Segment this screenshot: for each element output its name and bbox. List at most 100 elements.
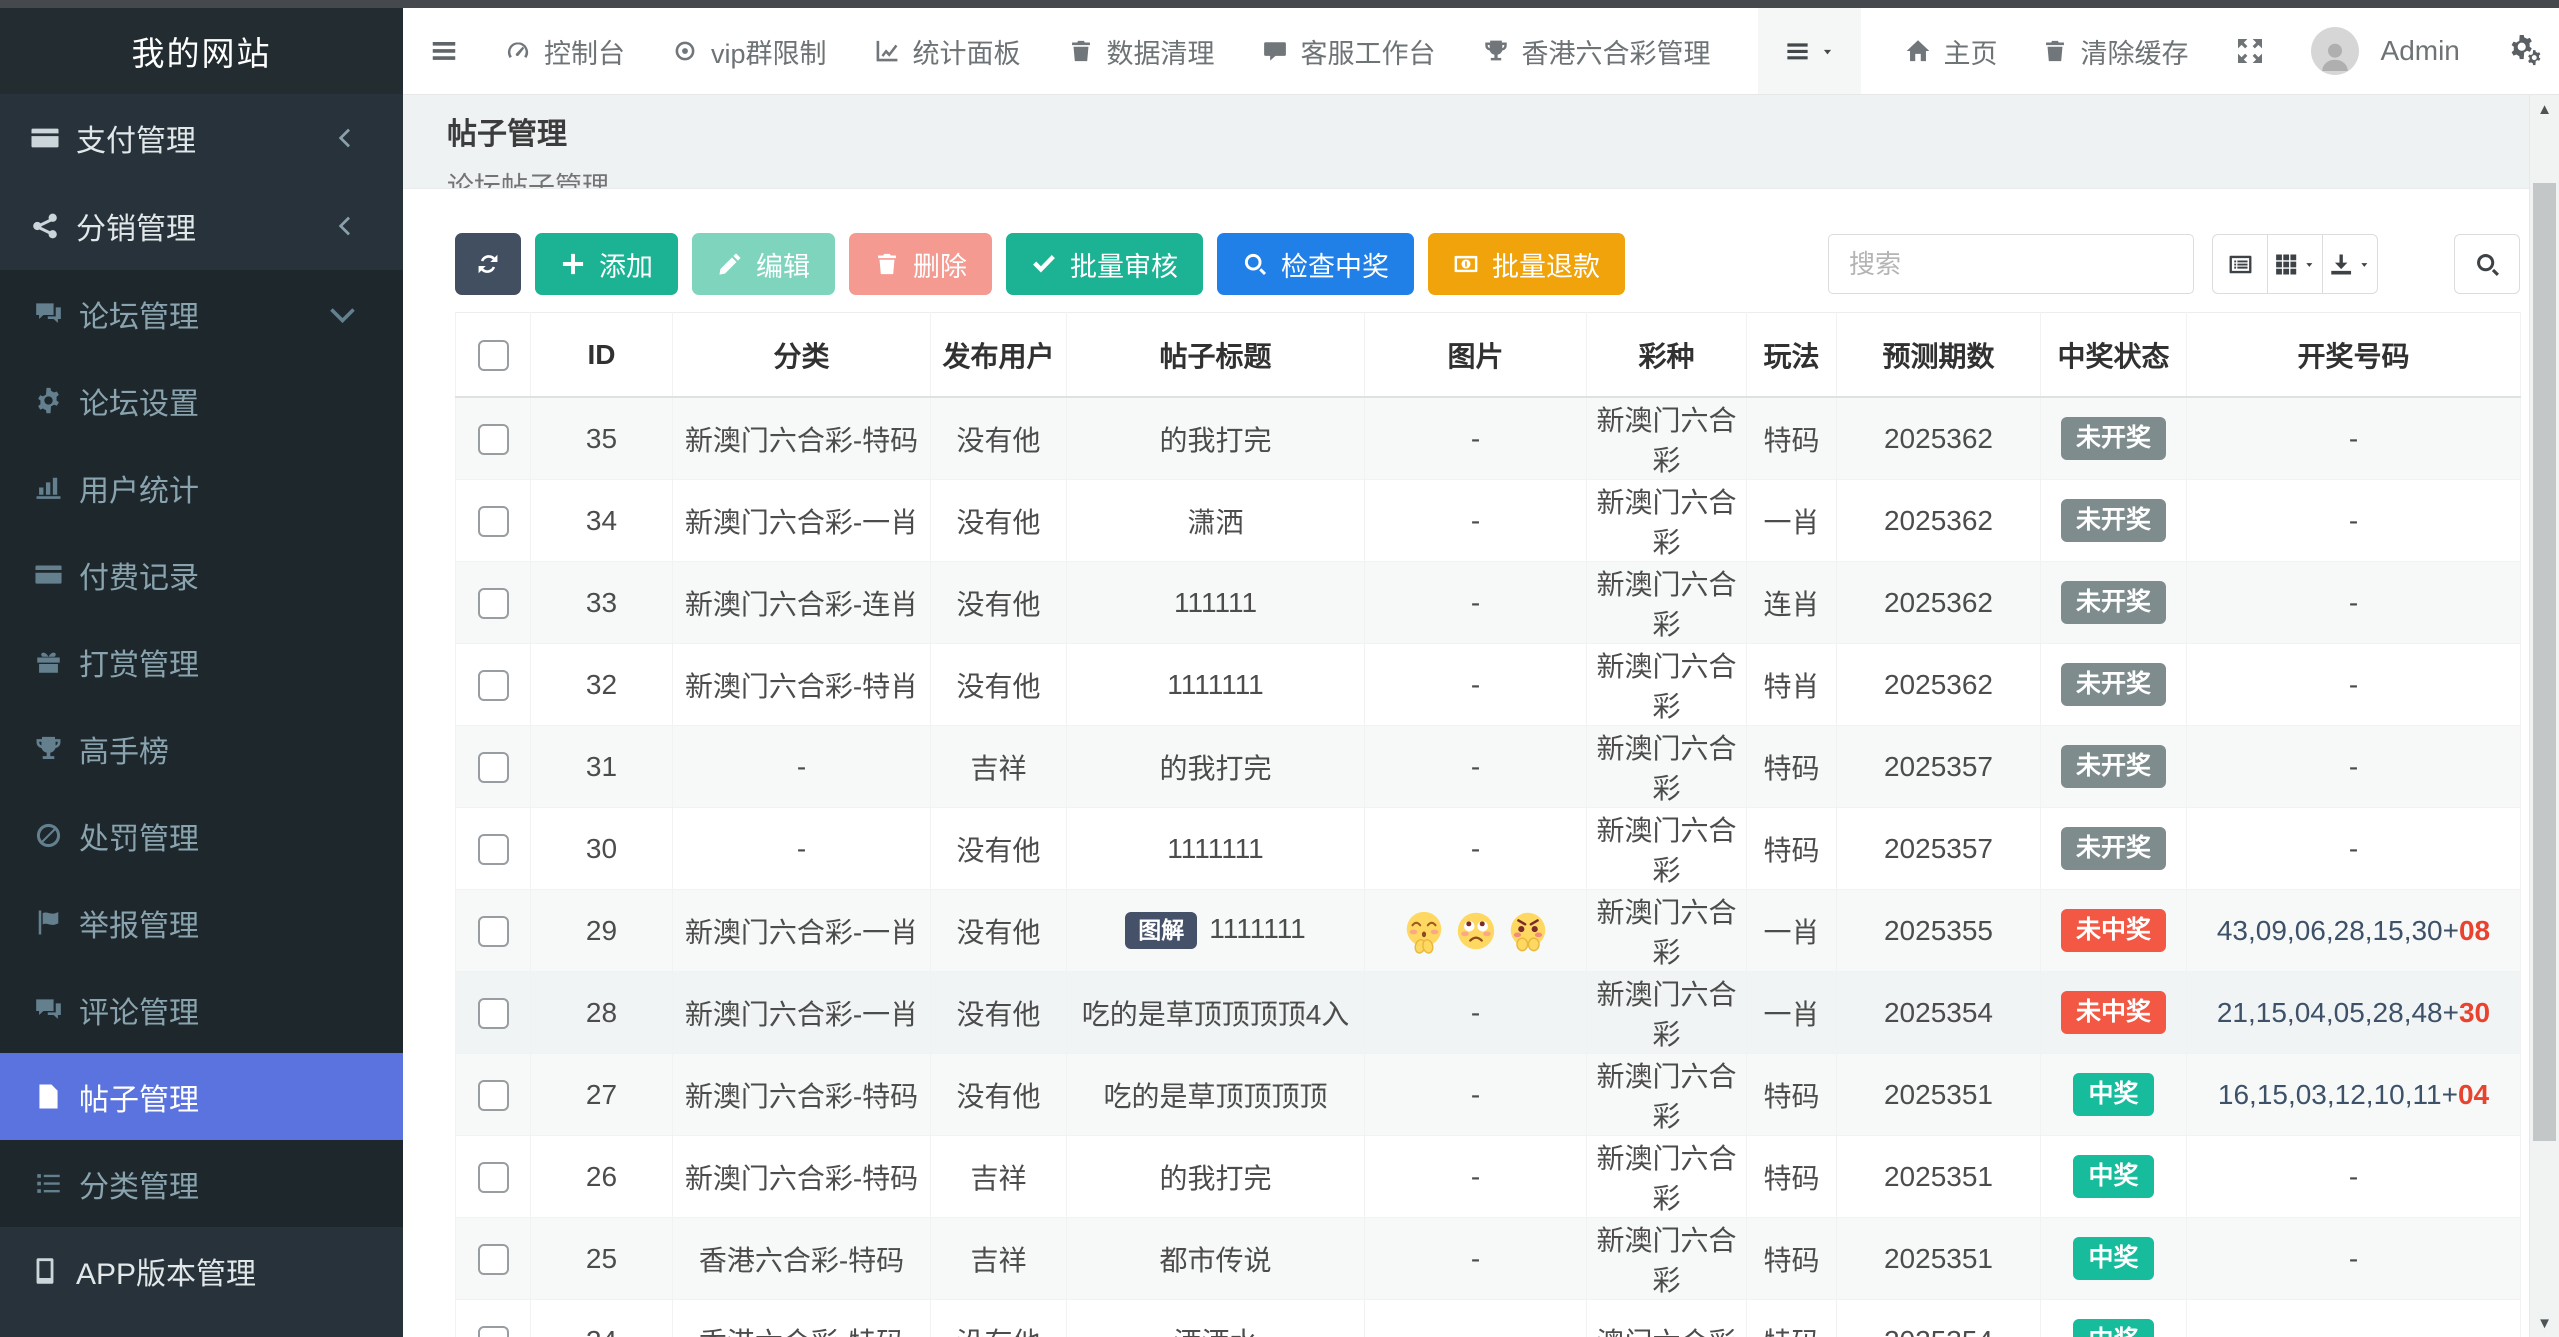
- table-row-32[interactable]: 32新澳门六合彩-特肖没有他1111111-新澳门六合彩特肖2025362未开奖…: [456, 644, 2521, 726]
- row-checkbox[interactable]: [478, 916, 509, 947]
- row-checkbox[interactable]: [478, 834, 509, 865]
- cell-lottery: 新澳门六合彩: [1587, 1218, 1747, 1300]
- batch-audit-button[interactable]: 批量审核: [1006, 233, 1203, 295]
- cell-play: 特码: [1747, 808, 1837, 890]
- columns-button[interactable]: [2267, 234, 2323, 294]
- export-button[interactable]: [2322, 234, 2378, 294]
- cell-numbers: -: [2187, 1300, 2521, 1337]
- row-checkbox[interactable]: [478, 1244, 509, 1275]
- table-row-35[interactable]: 35新澳门六合彩-特码没有他的我打完-新澳门六合彩特码2025362未开奖-: [456, 397, 2521, 480]
- cell-play: 一肖: [1747, 480, 1837, 562]
- cell-status: 中奖: [2041, 1136, 2187, 1218]
- sidebar-item-评论管理[interactable]: 评论管理: [0, 966, 403, 1053]
- list-icon: [34, 1169, 63, 1198]
- cell-lottery: 新澳门六合彩: [1587, 726, 1747, 808]
- scrollbar-down-arrow[interactable]: ▼: [2530, 1309, 2559, 1337]
- sidebar-item-帖子管理[interactable]: 帖子管理: [0, 1053, 403, 1140]
- cell-numbers: -: [2187, 1218, 2521, 1300]
- search-input[interactable]: [1828, 234, 2194, 294]
- sidebar-toggle-icon[interactable]: [429, 36, 459, 66]
- row-checkbox[interactable]: [478, 1326, 509, 1337]
- scrollbar-thumb[interactable]: [2533, 183, 2556, 1141]
- sidebar-treeview: 论坛管理论坛设置用户统计付费记录打赏管理高手榜处罚管理举报管理评论管理帖子管理分…: [0, 270, 403, 1227]
- nav-menu-button[interactable]: [1758, 8, 1861, 94]
- check-win-button[interactable]: 检查中奖: [1217, 233, 1414, 295]
- sidebar-item-论坛管理[interactable]: 论坛管理: [0, 270, 403, 357]
- comments-icon: [34, 995, 63, 1024]
- table-row-27[interactable]: 27新澳门六合彩-特码没有他吃的是草顶顶顶顶-新澳门六合彩特码2025351中奖…: [456, 1054, 2521, 1136]
- status-badge: 未开奖: [2061, 499, 2166, 542]
- table-row-29[interactable]: 29新澳门六合彩-一肖没有他图解1111111新澳门六合彩一肖2025355未中…: [456, 890, 2521, 972]
- sidebar-item-处罚管理[interactable]: 处罚管理: [0, 792, 403, 879]
- cell-id: 25: [531, 1218, 673, 1300]
- nav-item-统计面板[interactable]: 统计面板: [874, 32, 1021, 71]
- sidebar-item-举报管理[interactable]: 举报管理: [0, 879, 403, 966]
- cell-images: -: [1365, 1136, 1587, 1218]
- cell-period: 2025354: [1837, 972, 2041, 1054]
- nav-item-香港六合彩管理[interactable]: 香港六合彩管理: [1483, 32, 1711, 71]
- table-row-28[interactable]: 28新澳门六合彩-一肖没有他吃的是草顶顶顶顶4入-新澳门六合彩一肖2025354…: [456, 972, 2521, 1054]
- nav-item-客服工作台[interactable]: 客服工作台: [1262, 32, 1436, 71]
- status-badge: 未中奖: [2061, 909, 2166, 952]
- row-checkbox[interactable]: [478, 1080, 509, 1111]
- table-row-30[interactable]: 30-没有他1111111-新澳门六合彩特码2025357未开奖-: [456, 808, 2521, 890]
- cell-images: -: [1365, 1300, 1587, 1337]
- table-row-33[interactable]: 33新澳门六合彩-连肖没有他111111-新澳门六合彩连肖2025362未开奖-: [456, 562, 2521, 644]
- row-checkbox[interactable]: [478, 670, 509, 701]
- nav-item-控制台[interactable]: 控制台: [505, 32, 625, 71]
- cell-period: 2025362: [1837, 644, 2041, 726]
- table-row-25[interactable]: 25香港六合彩-特码吉祥都市传说-新澳门六合彩特码2025351中奖-: [456, 1218, 2521, 1300]
- button-label: 批量审核: [1070, 245, 1178, 284]
- scrollbar-up-arrow[interactable]: ▲: [2530, 95, 2559, 123]
- cell-user: 没有他: [931, 808, 1067, 890]
- site-title: 我的网站: [0, 8, 403, 94]
- table-row-31[interactable]: 31-吉祥的我打完-新澳门六合彩特码2025357未开奖-: [456, 726, 2521, 808]
- settings-gears-icon[interactable]: [2510, 35, 2543, 68]
- cell-images: -: [1365, 1054, 1587, 1136]
- sidebar-item-付费记录[interactable]: 付费记录: [0, 531, 403, 618]
- sidebar-item-支付管理[interactable]: 支付管理: [0, 94, 403, 182]
- refresh-button[interactable]: [455, 233, 521, 295]
- share-icon: [30, 211, 60, 241]
- sidebar-item-高手榜[interactable]: 高手榜: [0, 705, 403, 792]
- select-all-checkbox[interactable]: [478, 340, 509, 371]
- flag-icon: [34, 908, 63, 937]
- trash-icon: [1068, 38, 1094, 64]
- sidebar-item-用户统计[interactable]: 用户统计: [0, 444, 403, 531]
- avatar[interactable]: [2311, 27, 2359, 75]
- add-button[interactable]: 添加: [535, 233, 678, 295]
- row-checkbox[interactable]: [478, 588, 509, 619]
- batch-refund-button[interactable]: 批量退款: [1428, 233, 1625, 295]
- nav-item-vip群限制[interactable]: vip群限制: [672, 32, 827, 71]
- row-checkbox[interactable]: [478, 506, 509, 537]
- delete-button[interactable]: 删除: [849, 233, 992, 295]
- table-row-24[interactable]: 24香港六合彩-特码没有他洒洒水-澳门六合彩特码2025354中奖-: [456, 1300, 2521, 1337]
- nav-item-主页[interactable]: 主页: [1905, 32, 1998, 71]
- user-name[interactable]: Admin: [2381, 35, 2460, 67]
- sidebar-item-APP版本管理[interactable]: APP版本管理: [0, 1227, 403, 1315]
- nav-item-数据清理[interactable]: 数据清理: [1068, 32, 1215, 71]
- row-checkbox[interactable]: [478, 424, 509, 455]
- row-checkbox[interactable]: [478, 752, 509, 783]
- table-row-34[interactable]: 34新澳门六合彩-一肖没有他潇洒-新澳门六合彩一肖2025362未开奖-: [456, 480, 2521, 562]
- button-label: 添加: [599, 245, 653, 284]
- sidebar-item-打赏管理[interactable]: 打赏管理: [0, 618, 403, 705]
- search-button[interactable]: [2454, 234, 2520, 294]
- view-detail-button[interactable]: [2212, 234, 2268, 294]
- fullscreen-icon[interactable]: [2235, 36, 2265, 66]
- row-checkbox[interactable]: [478, 1162, 509, 1193]
- sidebar-item-label: 付费记录: [79, 553, 373, 597]
- cell-user: 没有他: [931, 972, 1067, 1054]
- credit-card-icon: [30, 123, 60, 153]
- sidebar-item-论坛设置[interactable]: 论坛设置: [0, 357, 403, 444]
- table-row-26[interactable]: 26新澳门六合彩-特码吉祥的我打完-新澳门六合彩特码2025351中奖-: [456, 1136, 2521, 1218]
- row-checkbox[interactable]: [478, 998, 509, 1029]
- nav-item-清除缓存[interactable]: 清除缓存: [2042, 32, 2189, 71]
- sidebar-item-分类管理[interactable]: 分类管理: [0, 1140, 403, 1227]
- vertical-scrollbar[interactable]: ▲ ▼: [2529, 95, 2559, 1337]
- check-icon: [1031, 251, 1057, 277]
- cell-category: 香港六合彩-特码: [673, 1300, 931, 1337]
- sidebar-item-分销管理[interactable]: 分销管理: [0, 182, 403, 270]
- edit-button[interactable]: 编辑: [692, 233, 835, 295]
- sidebar-menu: 支付管理分销管理论坛管理论坛设置用户统计付费记录打赏管理高手榜处罚管理举报管理评…: [0, 94, 403, 1337]
